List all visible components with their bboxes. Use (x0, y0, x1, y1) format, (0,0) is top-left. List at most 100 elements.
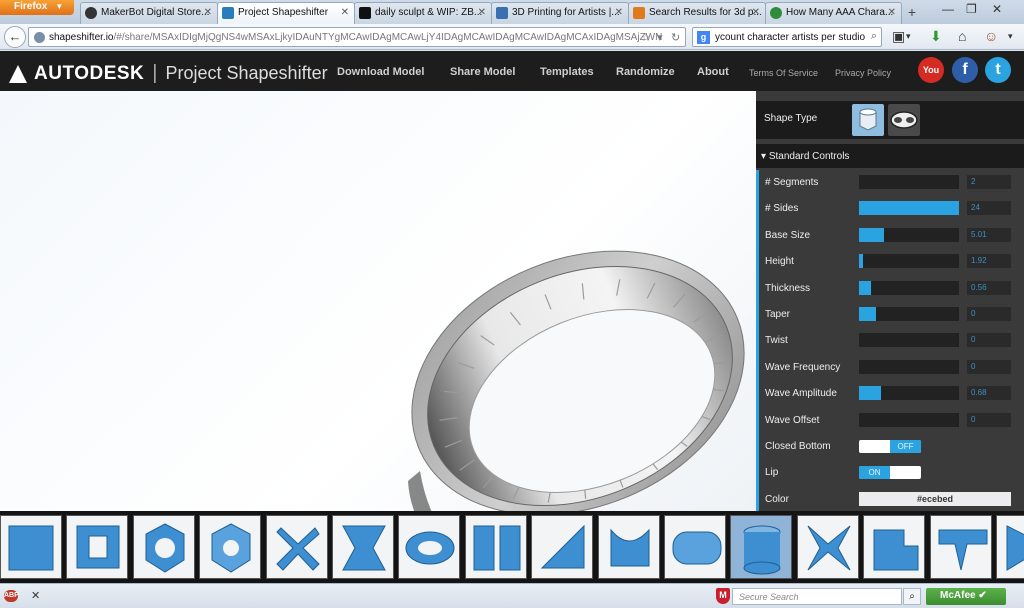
tab-title: 3D Printing for Artists |... (512, 7, 620, 18)
nav-download-model[interactable]: Download Model (337, 66, 424, 78)
template-thumbnail[interactable] (929, 515, 992, 579)
row-label: Taper (765, 308, 791, 320)
tab-search-results[interactable]: Search Results for 3d p... ✕ (628, 2, 766, 24)
template-thumbnail[interactable] (464, 515, 527, 579)
firefox-menu-button[interactable]: Firefox ▼ (0, 0, 74, 15)
twitter-icon[interactable]: t (985, 57, 1011, 83)
menu-overflow-icon[interactable]: ▾ (1008, 28, 1013, 44)
slider-track[interactable] (859, 412, 959, 427)
nav-terms-of-service[interactable]: Terms Of Service (749, 68, 818, 78)
slider-track[interactable] (859, 175, 959, 189)
template-thumbnail[interactable] (996, 515, 1024, 579)
slider-fill (859, 201, 959, 216)
tab-makerbot[interactable]: MakerBot Digital Store... ✕ (80, 2, 218, 24)
slider-track[interactable] (859, 201, 959, 216)
dropdown-icon[interactable]: ▾ (657, 31, 663, 44)
new-tab-button[interactable]: + (902, 4, 922, 22)
close-icon[interactable]: ✕ (204, 7, 212, 18)
bookmark-star-icon[interactable]: ☆ (641, 31, 651, 44)
mcafee-button[interactable]: McAfee ✔ (926, 588, 1006, 605)
close-icon[interactable]: ✕ (752, 7, 760, 18)
value-field[interactable]: 0 (967, 412, 1011, 427)
value-field[interactable]: 0 (967, 359, 1011, 374)
chevron-down-icon[interactable]: ▾ (906, 28, 911, 44)
slider-track[interactable] (859, 227, 959, 242)
template-thumbnail[interactable] (664, 515, 726, 579)
autodesk-logo[interactable]: AUTODESK | Project Shapeshifter (8, 62, 328, 85)
mcafee-shield-icon[interactable]: M (716, 588, 730, 604)
close-icon[interactable]: ✕ (478, 7, 486, 18)
template-thumbnail[interactable] (796, 515, 859, 579)
value-field[interactable]: 0 (967, 333, 1011, 348)
nav-randomize[interactable]: Randomize (616, 66, 675, 78)
tab-3d-printing[interactable]: 3D Printing for Artists |... ✕ (491, 2, 629, 24)
addon-monkey-icon[interactable]: ☺ (984, 28, 998, 44)
template-thumbnail[interactable] (332, 515, 394, 579)
value-field[interactable]: 0.68 (967, 386, 1011, 401)
value-field[interactable]: 1.92 (967, 254, 1011, 269)
closed-bottom-row: Closed Bottom OFF (756, 433, 1024, 461)
value-field[interactable]: 24 (967, 201, 1011, 216)
youtube-icon[interactable]: You (918, 57, 944, 83)
slider-track[interactable] (859, 254, 959, 269)
nav-share-model[interactable]: Share Model (450, 66, 515, 78)
secure-search-input[interactable]: Secure Search (732, 588, 902, 605)
back-button[interactable]: ← (4, 26, 26, 48)
reload-icon[interactable]: ↻ (671, 31, 680, 44)
slider-track[interactable] (859, 333, 959, 348)
lip-toggle[interactable]: ON (859, 466, 921, 480)
template-thumbnail[interactable] (199, 515, 262, 579)
nav-privacy-policy[interactable]: Privacy Policy (835, 68, 891, 78)
nav-templates[interactable]: Templates (540, 66, 594, 78)
bookmarks-menu-icon[interactable]: ▣ (892, 28, 905, 44)
template-thumbnail[interactable] (730, 515, 793, 579)
template-shape-icon (807, 525, 851, 571)
template-thumbnail[interactable] (66, 515, 129, 579)
nav-about[interactable]: About (697, 66, 729, 78)
ring-model[interactable] (0, 91, 756, 511)
tab-shapeshifter[interactable]: Project Shapeshifter ✕ (217, 2, 355, 24)
restore-icon[interactable]: ❐ (966, 2, 977, 16)
template-thumbnail[interactable] (398, 515, 461, 579)
window-close-icon[interactable]: ✕ (992, 2, 1002, 16)
color-picker[interactable]: #ecebed (859, 491, 1011, 506)
close-icon[interactable]: ✕ (341, 7, 349, 18)
minimize-icon[interactable]: — (942, 2, 954, 16)
slider-track[interactable] (859, 386, 959, 401)
search-icon[interactable]: ⌕ (903, 588, 921, 605)
shape-type-cylinder-button[interactable] (852, 104, 884, 136)
value-field[interactable]: 5.01 (967, 227, 1011, 242)
home-icon[interactable]: ⌂ (958, 28, 966, 44)
3d-viewport[interactable] (0, 91, 756, 511)
tab-aaa-characters[interactable]: How Many AAA Chara... ✕ (765, 2, 902, 24)
value-field[interactable]: 0 (967, 306, 1011, 321)
toggle-state: ON (859, 466, 890, 480)
facebook-icon[interactable]: f (952, 57, 978, 83)
url-bar[interactable]: shapeshifter.io/#/share/MSAxIDIgMjQgNS4w… (28, 27, 686, 47)
slider-track[interactable] (859, 359, 959, 374)
value-field[interactable]: 0.56 (967, 280, 1011, 295)
slider-track[interactable] (859, 280, 959, 295)
template-thumbnail[interactable] (265, 515, 328, 579)
search-bar[interactable]: g ycount character artists per studio ⌕ (692, 27, 882, 47)
row-label: # Segments (765, 177, 819, 188)
download-icon[interactable]: ⬇ (930, 28, 942, 44)
tab-daily-sculpt[interactable]: daily sculpt & WIP: ZB... ✕ (354, 2, 492, 24)
adblock-icon[interactable]: ABP (4, 590, 19, 602)
slider-track[interactable] (859, 306, 959, 321)
close-icon[interactable]: ✕ (888, 7, 896, 18)
control-row: # Segments 2 (756, 170, 1024, 197)
template-thumbnail[interactable] (597, 515, 660, 579)
template-thumbnail[interactable] (531, 515, 594, 579)
google-icon[interactable]: g (697, 31, 710, 44)
shape-type-torus-button[interactable] (888, 104, 920, 136)
template-thumbnail[interactable] (0, 515, 62, 579)
close-icon[interactable]: ✕ (615, 7, 623, 18)
template-thumbnail[interactable] (863, 515, 926, 579)
template-thumbnail[interactable] (132, 515, 195, 579)
standard-controls-header[interactable]: ▾ Standard Controls (756, 144, 1024, 168)
close-icon[interactable]: ✕ (31, 589, 40, 602)
value-field[interactable]: 2 (967, 175, 1011, 189)
closed-bottom-toggle[interactable]: OFF (859, 439, 921, 453)
search-icon[interactable]: ⌕ (871, 30, 877, 43)
